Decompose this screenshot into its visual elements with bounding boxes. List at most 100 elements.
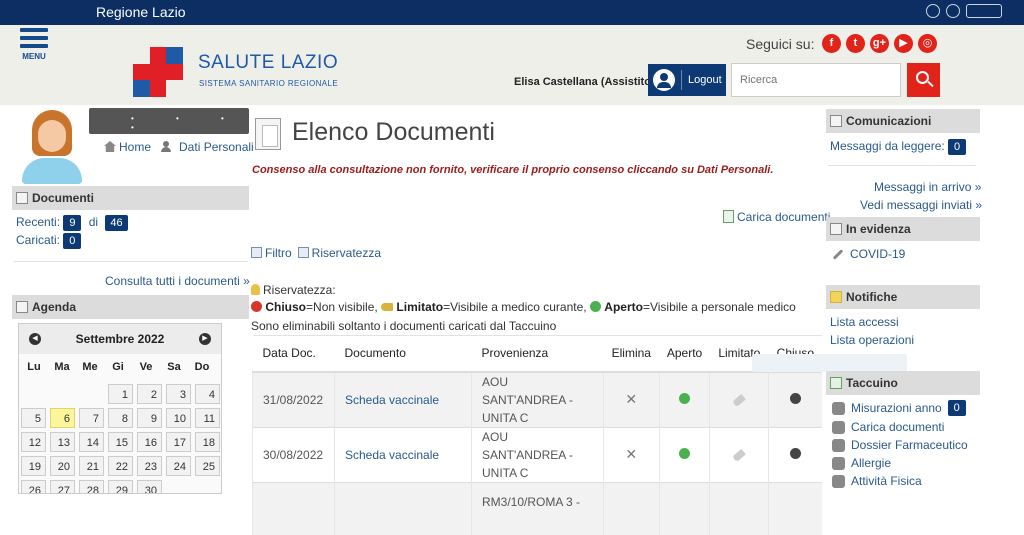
table-header-row: Data Doc. Documento Provenienza Elimina … xyxy=(252,335,822,373)
salute-lazio-logo-icon[interactable] xyxy=(133,47,183,97)
allergy-icon xyxy=(832,456,845,470)
chiuso-status-icon[interactable] xyxy=(790,447,802,459)
consulta-documenti-link[interactable]: Consulta tutti i documenti » xyxy=(105,274,250,288)
delete-icon[interactable]: ✕ xyxy=(625,446,637,462)
col-documento[interactable]: Documento xyxy=(334,335,472,373)
calendar-day[interactable]: 17 xyxy=(166,432,191,452)
calendar-day[interactable]: 20 xyxy=(50,456,75,476)
agenda-header: Agenda xyxy=(12,295,249,319)
calendar-day[interactable]: 30 xyxy=(137,480,162,493)
calendar-day[interactable]: 10 xyxy=(166,408,191,428)
calendar-day[interactable]: 22 xyxy=(108,456,133,476)
upload-icon xyxy=(723,210,734,223)
taccuino-carica-link[interactable]: Carica documenti xyxy=(832,420,944,434)
calendar-month: Settembre 2022 xyxy=(75,332,165,346)
messaggi-row[interactable]: Messaggi da leggere: 0 xyxy=(830,139,967,155)
calendar-day[interactable]: 3 xyxy=(166,384,191,404)
riservatezza-button[interactable]: Riservatezza xyxy=(297,246,381,260)
calendar-day[interactable]: 27 xyxy=(50,480,75,493)
documents-icon xyxy=(830,223,842,235)
weekday-label: Do xyxy=(194,361,210,373)
calendar-day[interactable]: 15 xyxy=(108,432,133,452)
calendar-day[interactable]: 5 xyxy=(21,408,46,428)
calendar-day[interactable]: 18 xyxy=(195,432,220,452)
search-input[interactable] xyxy=(731,63,901,97)
limitato-key-icon[interactable] xyxy=(732,448,747,462)
twitter-icon[interactable]: t xyxy=(846,34,865,53)
brand-subtitle: SISTEMA SANITARIO REGIONALE xyxy=(199,79,339,88)
chiuso-status-icon[interactable] xyxy=(790,392,802,404)
col-data[interactable]: Data Doc. xyxy=(252,335,335,373)
prev-month-button[interactable]: ◀ xyxy=(29,333,41,345)
calendar-day[interactable]: 23 xyxy=(137,456,162,476)
dossier-farmaceutico-link[interactable]: Dossier Farmaceutico xyxy=(832,438,968,452)
calendar-day[interactable]: 13 xyxy=(50,432,75,452)
covid-link[interactable]: COVID-19 xyxy=(832,247,905,261)
next-month-button[interactable]: ▶ xyxy=(199,333,211,345)
menu-button[interactable]: MENU xyxy=(20,28,48,61)
document-link[interactable]: Scheda vaccinale xyxy=(345,393,439,407)
eu-logo-icon xyxy=(926,4,940,18)
facebook-icon[interactable]: f xyxy=(822,34,841,53)
aperto-status-icon[interactable] xyxy=(679,392,691,404)
partner-logos xyxy=(926,4,1002,18)
calendar-day[interactable]: 16 xyxy=(137,432,162,452)
home-icon xyxy=(104,141,116,152)
home-link[interactable]: Home xyxy=(104,140,151,154)
calendar-day[interactable]: 11 xyxy=(195,408,220,428)
quick-links: Home Dati Personali xyxy=(104,140,254,154)
delete-icon[interactable]: ✕ xyxy=(625,391,637,407)
col-provenienza[interactable]: Provenienza xyxy=(471,335,604,373)
messaggi-inviati-link[interactable]: Vedi messaggi inviati » xyxy=(860,198,982,212)
lista-accessi-link[interactable]: Lista accessi xyxy=(830,315,899,329)
allergie-link[interactable]: Allergie xyxy=(832,456,891,470)
agenda-calendar: ◀ Settembre 2022 ▶ Lu Ma Me Gi Ve Sa Do 123456… xyxy=(18,323,222,494)
attivita-fisica-link[interactable]: Attività Fisica xyxy=(832,474,922,488)
calendar-day[interactable]: 19 xyxy=(21,456,46,476)
calendar-day[interactable]: 26 xyxy=(21,480,46,493)
recenti-count-badge[interactable]: 9 xyxy=(63,215,82,231)
calendar-day[interactable]: 12 xyxy=(21,432,46,452)
legend-title: Riservatezza: xyxy=(251,283,336,297)
instagram-icon[interactable]: ◎ xyxy=(918,34,937,53)
messaggi-count-badge[interactable]: 0 xyxy=(948,139,967,155)
calendar-day[interactable]: 14 xyxy=(79,432,104,452)
masked-name-banner: • • • • xyxy=(89,108,249,134)
logout-button[interactable]: Logout xyxy=(648,64,726,96)
calendar-day[interactable]: 4 xyxy=(195,384,220,404)
calendar-blank xyxy=(21,384,46,404)
aperto-status-icon[interactable] xyxy=(679,447,691,459)
carica-documenti-link[interactable]: Carica documenti xyxy=(723,210,830,224)
filtro-button[interactable]: Filtro xyxy=(251,246,292,260)
search-button[interactable] xyxy=(907,63,940,97)
calendar-day[interactable]: 9 xyxy=(137,408,162,428)
calendar-day[interactable]: 1 xyxy=(108,384,133,404)
calendar-day[interactable]: 7 xyxy=(79,408,104,428)
calendar-day[interactable]: 21 xyxy=(79,456,104,476)
lista-operazioni-link[interactable]: Lista operazioni xyxy=(830,333,914,347)
limitato-key-icon[interactable] xyxy=(732,393,747,407)
caricati-count-badge[interactable]: 0 xyxy=(63,233,82,249)
calendar-day[interactable]: 29 xyxy=(108,480,133,493)
googleplus-icon[interactable]: g+ xyxy=(870,34,889,53)
totale-count-badge[interactable]: 46 xyxy=(105,215,128,231)
row-provenienza: RM3/10/ROMA 3 - xyxy=(471,481,604,535)
page-title: Elenco Documenti xyxy=(292,118,495,146)
document-link[interactable]: Scheda vaccinale xyxy=(345,448,439,462)
calendar-day[interactable]: 24 xyxy=(166,456,191,476)
messaggi-in-arrivo-link[interactable]: Messaggi in arrivo » xyxy=(874,180,981,194)
documenti-header: Documenti xyxy=(12,186,249,210)
calendar-day[interactable]: 28 xyxy=(79,480,104,493)
col-aperto: Aperto xyxy=(659,335,710,373)
weekday-row: Lu Ma Me Gi Ve Sa Do xyxy=(19,358,221,384)
calendar-day[interactable]: 6 xyxy=(50,408,75,428)
calendar-day[interactable]: 2 xyxy=(137,384,162,404)
dati-personali-link[interactable]: Dati Personali xyxy=(161,140,254,154)
calendar-day[interactable]: 8 xyxy=(108,408,133,428)
calendar-day[interactable]: 25 xyxy=(195,456,220,476)
in-evidenza-header: In evidenza xyxy=(826,217,980,241)
misurazioni-link[interactable]: Misurazioni anno 0 xyxy=(832,400,966,416)
youtube-icon[interactable]: ▶ xyxy=(894,34,913,53)
brand-title[interactable]: SALUTE LAZIO xyxy=(198,52,338,74)
misurazioni-count-badge[interactable]: 0 xyxy=(947,400,966,416)
